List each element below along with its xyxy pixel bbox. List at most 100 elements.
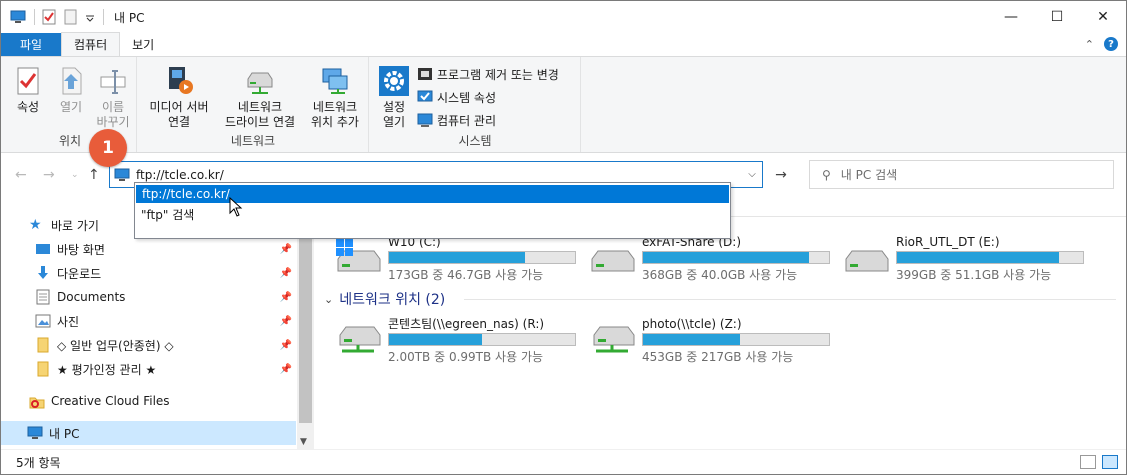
- map-network-drive-button[interactable]: 네트워크 드라이브 연결: [218, 65, 302, 130]
- system-group-label: 시스템: [458, 134, 492, 148]
- back-button[interactable]: ←: [15, 167, 27, 183]
- rename-button[interactable]: 이름 바꾸기: [93, 65, 133, 130]
- creative-cloud-icon: [29, 397, 45, 409]
- details-view-icon[interactable]: [1080, 455, 1096, 469]
- sidebar-item-folder-evaluation[interactable]: ★ 평가인정 관리 ★ 📌: [1, 357, 296, 381]
- new-folder-icon[interactable]: [63, 9, 79, 25]
- tab-view[interactable]: 보기: [120, 33, 166, 56]
- tab-computer[interactable]: 컴퓨터: [61, 32, 121, 56]
- customize-dropdown-icon[interactable]: [85, 9, 95, 25]
- address-input[interactable]: [136, 167, 742, 182]
- pin-icon[interactable]: 📌: [280, 268, 292, 279]
- add-network-location-label-2: 위치 추가: [311, 115, 359, 129]
- sidebar-item-label: Creative Cloud Files: [51, 394, 170, 408]
- window-title: 내 PC: [114, 10, 145, 25]
- sidebar-item-desktop[interactable]: 바탕 화면 📌: [1, 237, 296, 261]
- open-settings-button[interactable]: 설정 열기: [374, 65, 414, 130]
- folder-icon: [37, 361, 49, 377]
- star-icon: ★: [29, 217, 42, 233]
- network-group-label: 네트워크: [230, 134, 276, 148]
- drive-info: RioR_UTL_DT (E:) 399GB 중 51.1GB 사용 가능: [896, 235, 1086, 283]
- sidebar-item-label: ◇ 일반 업무(안종현) ◇: [57, 338, 174, 353]
- sidebar-item-creative-cloud[interactable]: Creative Cloud Files: [1, 389, 296, 413]
- drive-info: exFAT-Share (D:) 368GB 중 40.0GB 사용 가능: [642, 235, 832, 283]
- add-network-location-button[interactable]: 네트워크 위치 추가: [304, 65, 366, 130]
- search-placeholder: 내 PC 검색: [840, 168, 898, 182]
- properties-icon[interactable]: [41, 9, 57, 25]
- drive-usage-bar: [388, 333, 576, 346]
- usage-fill: [897, 252, 1059, 263]
- window-controls: — ☐ ✕: [988, 1, 1126, 33]
- network-drive-item[interactable]: 콘텐츠팀(\\egreen_nas) (R:) 2.00TB 중 0.99TB …: [334, 317, 578, 365]
- open-label: 열기: [59, 100, 83, 114]
- large-icons-view-icon[interactable]: [1102, 455, 1118, 469]
- maximize-icon[interactable]: ☐: [1034, 1, 1080, 33]
- this-pc-icon: [27, 426, 43, 439]
- drive-info: 콘텐츠팀(\\egreen_nas) (R:) 2.00TB 중 0.99TB …: [388, 317, 578, 365]
- drive-usage-bar: [642, 251, 830, 264]
- close-icon[interactable]: ✕: [1080, 1, 1126, 33]
- sidebar-item-downloads[interactable]: 다운로드 📌: [1, 261, 296, 285]
- minimize-icon[interactable]: —: [988, 1, 1034, 33]
- drive-item[interactable]: exFAT-Share (D:) 368GB 중 40.0GB 사용 가능: [588, 235, 832, 283]
- media-server-button[interactable]: 미디어 서버 연결: [144, 65, 214, 130]
- open-button[interactable]: 열기: [53, 65, 89, 115]
- toolbar-divider: [103, 9, 104, 25]
- uninstall-program-button[interactable]: 프로그램 제거 또는 변경: [417, 63, 559, 85]
- rename-label-2: 바꾸기: [96, 115, 130, 129]
- network-drive-item[interactable]: photo(\\tcle) (Z:) 453GB 중 217GB 사용 가능: [588, 317, 832, 365]
- pin-icon[interactable]: 📌: [280, 340, 292, 351]
- recent-locations-icon[interactable]: ⌄: [71, 170, 79, 180]
- gear-icon: [379, 66, 409, 96]
- sidebar-item-documents[interactable]: Documents 📌: [1, 285, 296, 309]
- drive-item[interactable]: RioR_UTL_DT (E:) 399GB 중 51.1GB 사용 가능: [842, 235, 1086, 283]
- sidebar-item-label: 내 PC: [49, 426, 80, 441]
- rename-label-1: 이름: [101, 100, 125, 114]
- chevron-down-icon[interactable]: ⌄: [324, 293, 333, 306]
- item-count: 5개 항목: [16, 455, 61, 470]
- system-properties-button[interactable]: 시스템 속성: [417, 86, 496, 108]
- ribbon-tabs: 파일 컴퓨터 보기 ⌃ ?: [1, 32, 1126, 56]
- windows-drive-icon: [336, 239, 381, 272]
- help-icon[interactable]: ?: [1104, 37, 1118, 51]
- computer-management-button[interactable]: 컴퓨터 관리: [417, 109, 496, 131]
- section-divider: [464, 299, 1116, 300]
- properties-button[interactable]: 속성: [9, 65, 47, 115]
- pin-icon[interactable]: 📌: [280, 292, 292, 303]
- suggestion-item[interactable]: ftp://tcle.co.kr/: [136, 185, 729, 203]
- step-badge: 1: [89, 129, 127, 167]
- sidebar-item-pictures[interactable]: 사진 📌: [1, 309, 296, 333]
- usage-fill: [389, 252, 525, 263]
- drive-name: 콘텐츠팀(\\egreen_nas) (R:): [388, 317, 545, 331]
- forward-button[interactable]: →: [43, 167, 55, 183]
- drive-size: 173GB 중 46.7GB 사용 가능: [388, 268, 544, 282]
- drive-icon: [591, 250, 635, 272]
- sidebar-item-this-pc[interactable]: 내 PC: [1, 421, 296, 445]
- chevron-down-icon[interactable]: ⌵: [742, 169, 762, 180]
- rename-icon: [100, 70, 126, 94]
- suggestion-item[interactable]: "ftp" 검색: [135, 205, 730, 223]
- pin-icon[interactable]: 📌: [280, 244, 292, 255]
- network-locations-header[interactable]: ⌄ 네트워크 위치 (2): [324, 289, 445, 309]
- drive-usage-bar: [896, 251, 1084, 264]
- sidebar-item-label: 사진: [57, 314, 80, 329]
- pin-icon[interactable]: 📌: [280, 364, 292, 375]
- collapse-ribbon-icon[interactable]: ⌃: [1085, 38, 1094, 51]
- drive-item[interactable]: W10 (C:) 173GB 중 46.7GB 사용 가능: [334, 235, 578, 283]
- this-pc-icon[interactable]: [10, 9, 26, 25]
- drive-info: photo(\\tcle) (Z:) 453GB 중 217GB 사용 가능: [642, 317, 832, 365]
- network-drive-icon: [247, 72, 273, 94]
- drive-size: 453GB 중 217GB 사용 가능: [642, 350, 794, 364]
- network-drive-icon: [339, 326, 381, 353]
- computer-management-label: 컴퓨터 관리: [437, 113, 497, 128]
- pin-icon[interactable]: 📌: [280, 316, 292, 327]
- scroll-down-icon[interactable]: ▼: [300, 437, 307, 447]
- go-button[interactable]: →: [769, 161, 793, 188]
- drive-usage-bar: [388, 251, 576, 264]
- up-button[interactable]: ↑: [88, 167, 100, 183]
- sidebar-item-label: 다운로드: [57, 266, 102, 281]
- tab-file[interactable]: 파일: [1, 33, 61, 56]
- search-box[interactable]: ⚲ 내 PC 검색: [809, 160, 1114, 189]
- media-server-icon: [169, 67, 193, 94]
- sidebar-item-folder-general[interactable]: ◇ 일반 업무(안종현) ◇ 📌: [1, 333, 296, 357]
